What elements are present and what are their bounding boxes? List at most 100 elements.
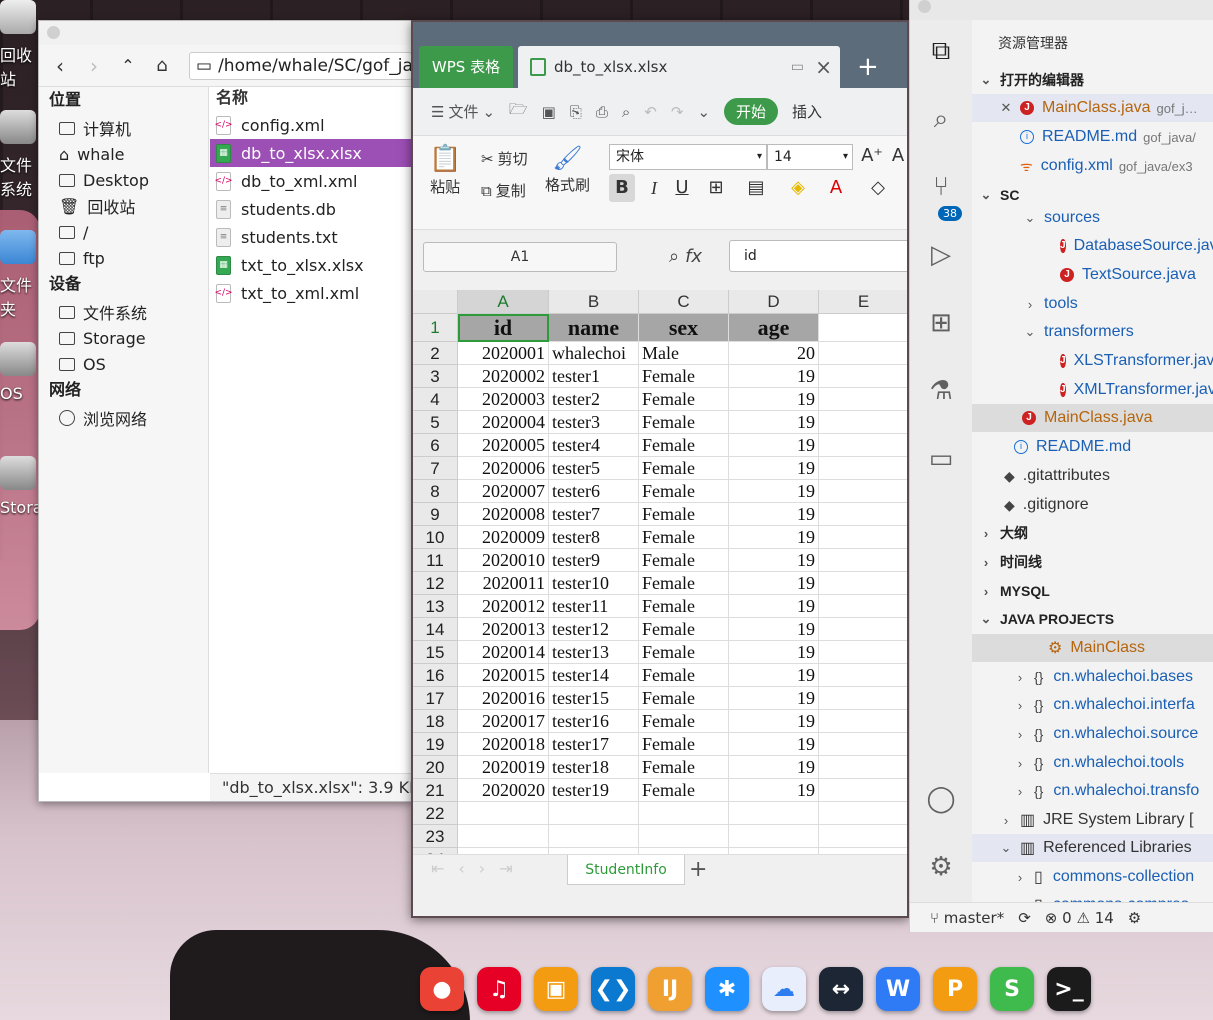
table-cell[interactable]: 2020010	[458, 549, 549, 572]
formula-input[interactable]: id	[729, 240, 907, 272]
table-cell[interactable]: tester15	[549, 687, 639, 710]
font-grow-icon[interactable]: A⁺	[859, 142, 885, 170]
tree-file[interactable]: J TextSource.java	[972, 261, 1213, 289]
font-size-select[interactable]: 14 ▾	[767, 144, 853, 170]
sidebar-item-browse-network[interactable]: 浏览网络	[49, 405, 198, 431]
tree-file[interactable]: ◆ .gitattributes	[972, 462, 1213, 490]
table-cell[interactable]: 19	[729, 733, 819, 756]
table-cell[interactable]: Female	[639, 687, 729, 710]
tree-file[interactable]: J XMLTransformer.java	[972, 376, 1213, 404]
tree-file[interactable]: J XLSTransformer.java	[972, 347, 1213, 375]
table-cell[interactable]: 2020013	[458, 618, 549, 641]
table-cell[interactable]: Female	[639, 733, 729, 756]
table-cell[interactable]: tester5	[549, 457, 639, 480]
table-cell[interactable]: 19	[729, 434, 819, 457]
table-cell[interactable]	[819, 388, 907, 411]
desktop-folder[interactable]: 文件夹	[0, 230, 40, 320]
sc-section[interactable]: ⌄ SC	[972, 181, 1213, 209]
table-cell[interactable]: 19	[729, 687, 819, 710]
table-cell[interactable]	[819, 314, 907, 342]
table-cell[interactable]	[819, 595, 907, 618]
table-cell[interactable]	[819, 572, 907, 595]
row-header[interactable]: 20	[413, 756, 458, 779]
name-column-header[interactable]: 名称	[210, 87, 412, 111]
tree-file[interactable]: i README.md	[972, 433, 1213, 461]
column-header[interactable]: D	[729, 290, 819, 314]
package-item[interactable]: ›{} cn.whalechoi.interfa	[972, 691, 1213, 719]
select-all-corner[interactable]	[413, 290, 458, 314]
table-cell[interactable]: tester3	[549, 411, 639, 434]
cell-style-icon[interactable]: ▤	[743, 174, 769, 202]
window-close-dot[interactable]	[47, 26, 60, 39]
window-close-dot[interactable]	[918, 0, 931, 13]
open-editor-item[interactable]: ✕ J MainClass.java gof_j…	[972, 94, 1213, 122]
row-header[interactable]: 13	[413, 595, 458, 618]
tree-folder[interactable]: ⌄ transformers	[972, 318, 1213, 346]
extensions-icon[interactable]: ⊞	[924, 306, 958, 340]
vscode-icon[interactable]: ❮❯	[591, 967, 635, 1011]
font-shrink-icon[interactable]: A	[885, 142, 907, 170]
row-header[interactable]: 23	[413, 825, 458, 848]
open-icon[interactable]: 🗁	[509, 99, 528, 124]
table-cell[interactable]: Female	[639, 641, 729, 664]
row-header[interactable]: 17	[413, 687, 458, 710]
table-cell[interactable]: 19	[729, 503, 819, 526]
debug-status-icon[interactable]: ⚙	[1128, 909, 1141, 927]
wps-writer-icon[interactable]: W	[876, 967, 920, 1011]
table-cell[interactable]	[819, 549, 907, 572]
java-projects-section[interactable]: ⌄ JAVA PROJECTS	[972, 605, 1213, 633]
row-header[interactable]: 10	[413, 526, 458, 549]
table-cell[interactable]: 2020008	[458, 503, 549, 526]
table-cell[interactable]	[639, 802, 729, 825]
row-header[interactable]: 15	[413, 641, 458, 664]
table-cell[interactable]: tester11	[549, 595, 639, 618]
table-cell[interactable]: Female	[639, 618, 729, 641]
add-sheet-button[interactable]: +	[689, 855, 707, 885]
export-icon[interactable]: ⎘	[570, 103, 582, 121]
deepin-manager-icon[interactable]: ▣	[534, 967, 578, 1011]
save-icon[interactable]: ▣	[542, 103, 556, 121]
table-cell[interactable]: 19	[729, 641, 819, 664]
table-cell[interactable]	[458, 802, 549, 825]
fill-color-icon[interactable]: ◈	[785, 174, 811, 202]
table-cell[interactable]: Female	[639, 664, 729, 687]
tree-file-active[interactable]: J MainClass.java	[972, 404, 1213, 432]
row-header[interactable]: 6	[413, 434, 458, 457]
table-cell[interactable]: 2020002	[458, 365, 549, 388]
table-cell[interactable]: 19	[729, 779, 819, 802]
table-cell[interactable]: age	[729, 314, 819, 342]
row-header[interactable]: 12	[413, 572, 458, 595]
table-cell[interactable]: 2020004	[458, 411, 549, 434]
wps-presentation-icon[interactable]: P	[933, 967, 977, 1011]
file-item[interactable]: ▦ txt_to_xlsx.xlsx	[210, 251, 412, 279]
open-editor-item[interactable]: ᯤ config.xml gof_java/ex3	[972, 152, 1213, 180]
run-debug-icon[interactable]: ▷	[924, 238, 958, 272]
row-header[interactable]: 9	[413, 503, 458, 526]
table-cell[interactable]: 2020006	[458, 457, 549, 480]
italic-button[interactable]: I	[641, 174, 667, 202]
table-cell[interactable]	[819, 756, 907, 779]
table-cell[interactable]	[819, 779, 907, 802]
table-cell[interactable]	[819, 618, 907, 641]
file-item[interactable]: </> config.xml	[210, 111, 412, 139]
mysql-section[interactable]: › MYSQL	[972, 577, 1213, 605]
paste-button[interactable]: 📋 粘贴	[429, 144, 461, 197]
table-cell[interactable]: tester8	[549, 526, 639, 549]
table-cell[interactable]: Female	[639, 480, 729, 503]
terminal-icon[interactable]: >_	[1047, 967, 1091, 1011]
file-item[interactable]: ≡ students.db	[210, 195, 412, 223]
table-cell[interactable]: tester4	[549, 434, 639, 457]
border-icon[interactable]: ⊞	[703, 174, 729, 202]
table-cell[interactable]: 2020019	[458, 756, 549, 779]
table-cell[interactable]: tester1	[549, 365, 639, 388]
row-header[interactable]: 11	[413, 549, 458, 572]
eraser-icon[interactable]: ◇	[865, 174, 891, 202]
sidebar-item-home[interactable]: ⌂ whale	[49, 141, 198, 167]
package-item[interactable]: ›{} cn.whalechoi.transfo	[972, 777, 1213, 805]
timeline-section[interactable]: › 时间线	[972, 548, 1213, 576]
table-cell[interactable]	[819, 457, 907, 480]
netease-music-icon[interactable]: ♫	[477, 967, 521, 1011]
package-item[interactable]: ›{} cn.whalechoi.bases	[972, 663, 1213, 691]
table-cell[interactable]: 2020007	[458, 480, 549, 503]
table-cell[interactable]: Female	[639, 756, 729, 779]
